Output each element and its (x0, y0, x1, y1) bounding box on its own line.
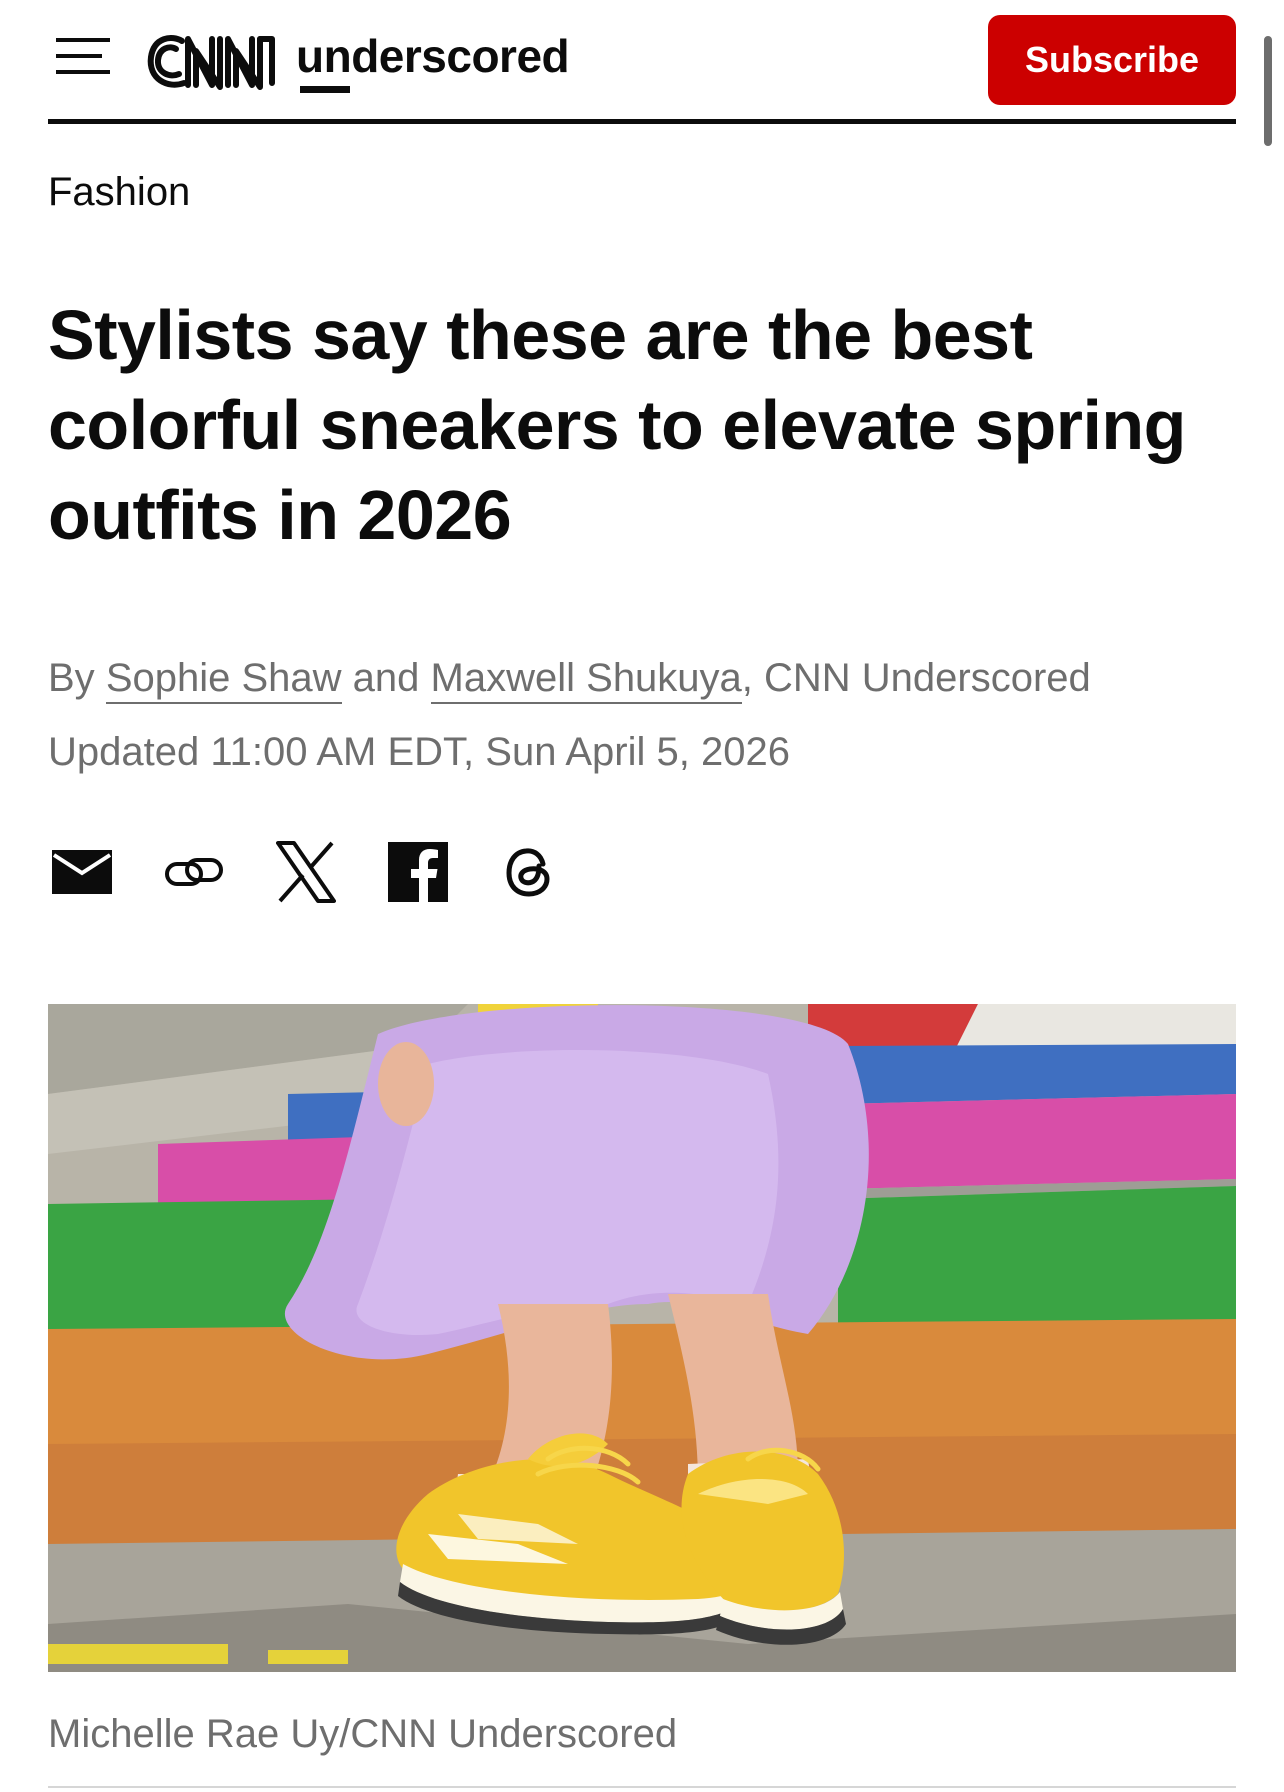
facebook-icon[interactable] (384, 838, 452, 906)
updated-timestamp: Updated 11:00 AM EDT, Sun April 5, 2026 (48, 730, 790, 774)
byline-outlet: , CNN Underscored (741, 656, 1091, 700)
hamburger-menu-icon[interactable] (56, 38, 110, 76)
author-link-maxwell-shukuya[interactable]: Maxwell Shukuya (430, 656, 742, 704)
byline: By Sophie Shaw and Maxwell Shukuya, CNN … (48, 656, 1091, 704)
hero-image[interactable] (48, 1004, 1236, 1672)
email-icon[interactable] (48, 838, 116, 906)
image-caption: Michelle Rae Uy/CNN Underscored (48, 1712, 678, 1756)
logo-wordmark: underscored (296, 29, 570, 93)
section-label[interactable]: Fashion (48, 170, 190, 215)
article-headline: Stylists say these are the best colorful… (48, 296, 1186, 554)
copy-link-icon[interactable] (160, 838, 228, 906)
threads-icon[interactable] (496, 838, 564, 906)
article-page: underscored Subscribe Fashion Stylists s… (48, 0, 1236, 1788)
share-bar (48, 838, 608, 906)
subscribe-button[interactable]: Subscribe (988, 15, 1236, 105)
byline-prefix: By (48, 656, 95, 700)
divider (48, 1786, 1236, 1788)
byline-joiner: and (352, 656, 420, 700)
author-link-sophie-shaw[interactable]: Sophie Shaw (105, 656, 342, 704)
cnn-logo-icon (147, 35, 275, 90)
yellow-sneakers-photo (48, 1004, 1236, 1672)
site-header: underscored Subscribe (48, 0, 1236, 124)
logo-underline (300, 86, 350, 93)
cnn-underscored-logo[interactable]: underscored (142, 22, 570, 102)
scrollbar[interactable] (1264, 36, 1272, 146)
x-icon[interactable] (272, 838, 340, 906)
